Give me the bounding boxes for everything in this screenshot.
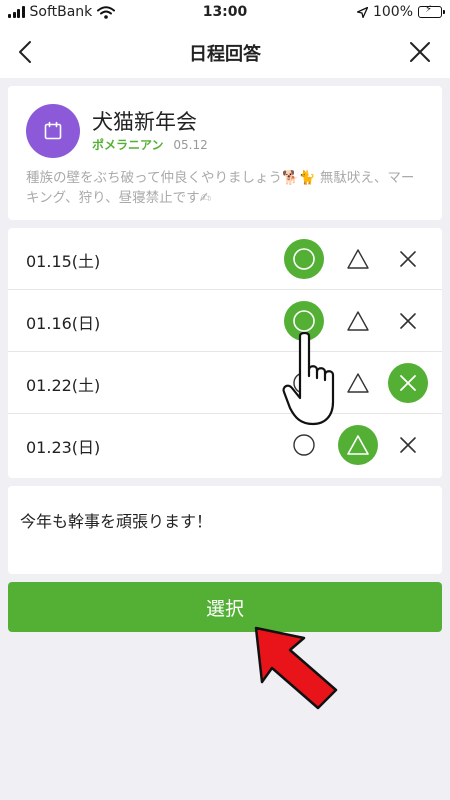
date-label: 01.22(土) <box>26 376 101 395</box>
date-row: 01.23(日) <box>8 414 442 476</box>
date-answer-list: 01.15(土) 01.16(日) 01.22(土) 01.23(日) <box>8 228 442 478</box>
pointing-hand-icon <box>282 332 335 426</box>
date-row: 01.22(土) <box>8 352 442 414</box>
date-label: 01.16(日) <box>26 314 101 333</box>
answer-no-button[interactable] <box>388 301 428 341</box>
status-right: 100% <box>356 4 445 20</box>
location-icon <box>356 6 368 18</box>
event-organizer: ポメラニアン <box>92 138 164 152</box>
close-button[interactable] <box>402 34 438 70</box>
event-avatar <box>26 104 80 158</box>
nav-bar: 日程回答 <box>0 26 450 78</box>
date-label: 01.15(土) <box>26 252 101 271</box>
date-row: 01.16(日) <box>8 290 442 352</box>
event-description: 種族の壁をぶち破って仲良くやりましょう🐕🐈 無駄吠え、マーキング、狩り、昼寝禁止… <box>26 170 415 206</box>
triangle-icon <box>347 249 369 269</box>
pointer-arrow-icon <box>254 626 338 710</box>
circle-icon <box>293 310 315 332</box>
answer-ok-button[interactable] <box>284 425 324 465</box>
answer-ok-button[interactable] <box>284 239 324 279</box>
answer-maybe-button[interactable] <box>338 239 378 279</box>
date-label: 01.23(日) <box>26 438 101 457</box>
answer-no-button[interactable] <box>388 425 428 465</box>
triangle-icon <box>347 311 369 331</box>
event-card: 犬猫新年会 ポメラニアン 05.12 種族の壁をぶち破って仲良くやりましょう🐕🐈… <box>8 86 442 220</box>
answer-no-button[interactable] <box>388 363 428 403</box>
cross-icon <box>400 313 416 329</box>
cross-icon <box>400 437 416 453</box>
calendar-icon <box>44 121 62 140</box>
event-created-date: 05.12 <box>173 138 208 152</box>
circle-icon <box>293 248 315 270</box>
battery-icon <box>418 6 445 18</box>
close-icon <box>410 42 430 62</box>
comment-field[interactable]: 今年も幹事を頑張ります！ <box>8 486 442 574</box>
date-row: 01.15(土) <box>8 228 442 290</box>
cross-icon <box>400 251 416 267</box>
event-meta: ポメラニアン 05.12 <box>92 136 208 153</box>
circle-icon <box>293 434 315 456</box>
answer-no-button[interactable] <box>388 239 428 279</box>
select-button[interactable]: 選択 <box>8 582 442 632</box>
triangle-icon <box>347 435 369 455</box>
page-title: 日程回答 <box>189 44 261 65</box>
status-bar: SoftBank 13:00 100% <box>0 0 450 26</box>
event-title: 犬猫新年会 <box>92 110 197 134</box>
battery-percent: 100% <box>372 4 413 20</box>
answer-maybe-button[interactable] <box>338 425 378 465</box>
cross-icon <box>400 375 416 391</box>
